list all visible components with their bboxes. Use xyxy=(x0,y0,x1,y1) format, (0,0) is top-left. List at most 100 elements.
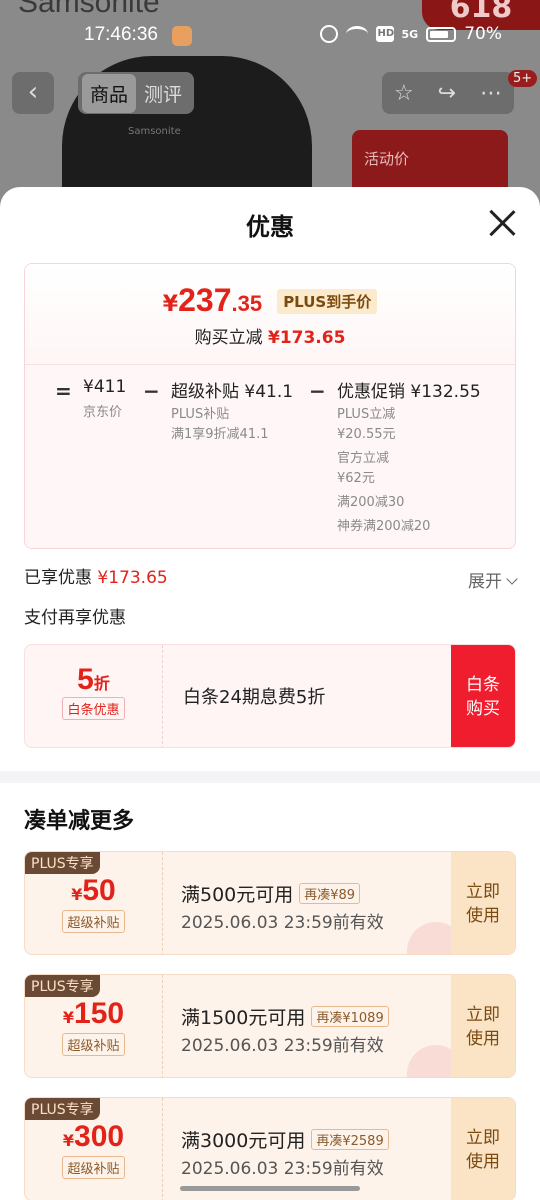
final-price: ¥ 237 .35 xyxy=(163,282,262,319)
payment-offers-title: 支付再享优惠 xyxy=(24,608,126,628)
baitiao-tag: 白条优惠 xyxy=(62,697,125,720)
home-indicator[interactable] xyxy=(180,1186,360,1191)
promo-price-label: 活动价 xyxy=(364,150,410,168)
final-price-section: ¥ 237 .35 PLUS到手价 购买立减 ¥173.65 xyxy=(25,264,515,364)
close-icon[interactable] xyxy=(488,209,516,237)
coupon-value: 50 xyxy=(82,874,116,907)
plus-exclusive-badge: PLUS专享 xyxy=(25,852,100,874)
plus-subsidy-label: PLUS补贴 xyxy=(171,407,230,422)
baitiao-buy-line2: 购买 xyxy=(466,699,500,719)
back-button[interactable]: ‹ xyxy=(12,72,54,114)
alarm-icon xyxy=(319,25,338,43)
use-coupon-button[interactable]: 立即 使用 xyxy=(451,852,515,954)
super-subsidy: 超级补贴 ¥41.1 xyxy=(171,382,294,402)
price-integer: 237 xyxy=(178,282,232,318)
brand-logo: Samsonite xyxy=(18,0,160,19)
coupon-condition-text: 满1500元可用 xyxy=(181,1007,306,1029)
plus-subsidy-detail: 满1享9折减41.1 xyxy=(171,427,269,442)
nav-actions: ☆ ↪ ⋯ xyxy=(382,72,514,114)
plus-exclusive-badge: PLUS专享 xyxy=(25,1098,100,1120)
section-divider xyxy=(0,771,540,783)
status-bar: 17:46:36 HD 5G 70% xyxy=(0,20,540,52)
use-coupon-line2: 使用 xyxy=(466,1029,500,1049)
use-coupon-button[interactable]: 立即 使用 xyxy=(451,1098,515,1200)
wifi-icon xyxy=(345,26,368,42)
status-icons: HD 5G 70% xyxy=(319,24,502,44)
baitiao-description: 白条24期息费5折 xyxy=(183,687,326,708)
coupon-value: 300 xyxy=(74,1120,125,1153)
use-coupon-button[interactable]: 立即 使用 xyxy=(451,975,515,1077)
promo-item: PLUS立减 xyxy=(337,407,396,422)
battery-percent: 70% xyxy=(464,24,502,44)
promo-item: 官方立减 xyxy=(337,451,390,466)
baitiao-discount-unit: 折 xyxy=(93,674,110,693)
price-decimal: .35 xyxy=(231,291,263,316)
baitiao-discount-value: 5折 xyxy=(25,663,162,697)
tab-review[interactable]: 测评 xyxy=(136,74,190,113)
coupon-condition: 满500元可用 再凑¥89 xyxy=(181,880,361,907)
message-badge: 5+ xyxy=(508,70,538,87)
coupon-currency: ¥ xyxy=(71,885,83,904)
jd-price: ¥411 xyxy=(83,377,127,397)
promo-item: ¥20.55元 xyxy=(337,427,396,442)
jd-price-label: 京东价 xyxy=(83,405,123,420)
equals-sign: = xyxy=(55,379,72,403)
expand-button[interactable]: 展开 xyxy=(468,567,518,592)
product-tabs: 商品 测评 xyxy=(78,72,195,114)
sheet-title: 优惠 xyxy=(246,213,294,241)
use-coupon-line1: 立即 xyxy=(466,1128,500,1148)
savings-line: 购买立减 ¥173.65 xyxy=(25,323,515,348)
minus-sign-1: − xyxy=(143,379,160,403)
back-arrow-icon: ‹ xyxy=(27,77,39,107)
promo-item: 神券满200减20 xyxy=(337,519,431,534)
baitiao-discount: 5折 白条优惠 xyxy=(25,645,163,747)
coupon-expiry: 2025.06.03 23:59前有效 xyxy=(181,1036,384,1056)
price-currency: ¥ xyxy=(162,292,179,317)
coupon-type-tag: 超级补贴 xyxy=(62,910,125,933)
coupon-expiry: 2025.06.03 23:59前有效 xyxy=(181,913,384,933)
coupon-condition-text: 满500元可用 xyxy=(181,884,294,906)
coupon-card: ¥150 超级补贴 PLUS专享 满1500元可用 再凑¥1089 2025.06… xyxy=(24,974,516,1078)
product-image-label: Samsonite xyxy=(128,126,181,137)
coupon-card: ¥50 超级补贴 PLUS专享 满500元可用 再凑¥89 2025.06.03 … xyxy=(24,851,516,955)
plus-price-tag: PLUS到手价 xyxy=(277,289,378,314)
coupon-condition: 满3000元可用 再凑¥2589 xyxy=(181,1126,389,1153)
enjoyed-discount: 已享优惠 ¥173.65 xyxy=(24,563,168,588)
coupon-type-tag: 超级补贴 xyxy=(62,1156,125,1179)
battery-icon xyxy=(426,26,457,42)
baitiao-buy-line1: 白条 xyxy=(466,675,500,695)
more-icon[interactable]: ⋯ xyxy=(480,81,502,106)
coupon-add-more-tag: 再凑¥2589 xyxy=(311,1129,389,1150)
price-summary-card: ¥ 237 .35 PLUS到手价 购买立减 ¥173.65 = ¥411 京东… xyxy=(24,263,516,549)
enjoyed-label: 已享优惠 xyxy=(24,568,92,588)
use-coupon-line2: 使用 xyxy=(466,1152,500,1172)
coupon-type-tag: 超级补贴 xyxy=(62,1033,125,1056)
coupon-currency: ¥ xyxy=(62,1131,75,1150)
coupon-condition: 满1500元可用 再凑¥1089 xyxy=(181,1003,389,1030)
savings-value: ¥173.65 xyxy=(267,328,346,348)
network-5g-icon: 5G xyxy=(401,27,419,41)
promo-discount: 优惠促销 ¥132.55 xyxy=(337,382,481,402)
minus-sign-2: − xyxy=(309,379,326,403)
use-coupon-line1: 立即 xyxy=(466,882,500,902)
coupon-card: ¥300 超级补贴 PLUS专享 满3000元可用 再凑¥2589 2025.06… xyxy=(24,1097,516,1200)
promo-item: ¥62元 xyxy=(337,471,375,486)
tab-product[interactable]: 商品 xyxy=(82,73,137,113)
enjoyed-value: ¥173.65 xyxy=(97,568,168,588)
promo-item: 满200减30 xyxy=(337,495,405,510)
discount-sheet: 优惠 ¥ 237 .35 PLUS到手价 购买立减 ¥173.65 = ¥411… xyxy=(0,187,540,1200)
use-coupon-line2: 使用 xyxy=(466,906,500,926)
baitiao-offer-card: 5折 白条优惠 白条24期息费5折 白条 购买 xyxy=(24,644,516,748)
coupon-condition-text: 满3000元可用 xyxy=(181,1130,306,1152)
price-breakdown: = ¥411 京东价 − 超级补贴 ¥41.1 PLUS补贴 满1享9折减41.… xyxy=(25,364,515,548)
use-coupon-line1: 立即 xyxy=(466,1005,500,1025)
coupon-currency: ¥ xyxy=(62,1008,75,1027)
combo-section-title: 凑单减更多 xyxy=(24,809,135,834)
baitiao-buy-button[interactable]: 白条 购买 xyxy=(451,645,515,747)
coupon-add-more-tag: 再凑¥1089 xyxy=(311,1006,389,1027)
status-time: 17:46:36 xyxy=(84,24,158,45)
expand-label: 展开 xyxy=(468,572,502,592)
favorite-star-icon[interactable]: ☆ xyxy=(394,81,414,106)
app-notification-icon xyxy=(172,26,192,46)
share-icon[interactable]: ↪ xyxy=(438,81,456,106)
